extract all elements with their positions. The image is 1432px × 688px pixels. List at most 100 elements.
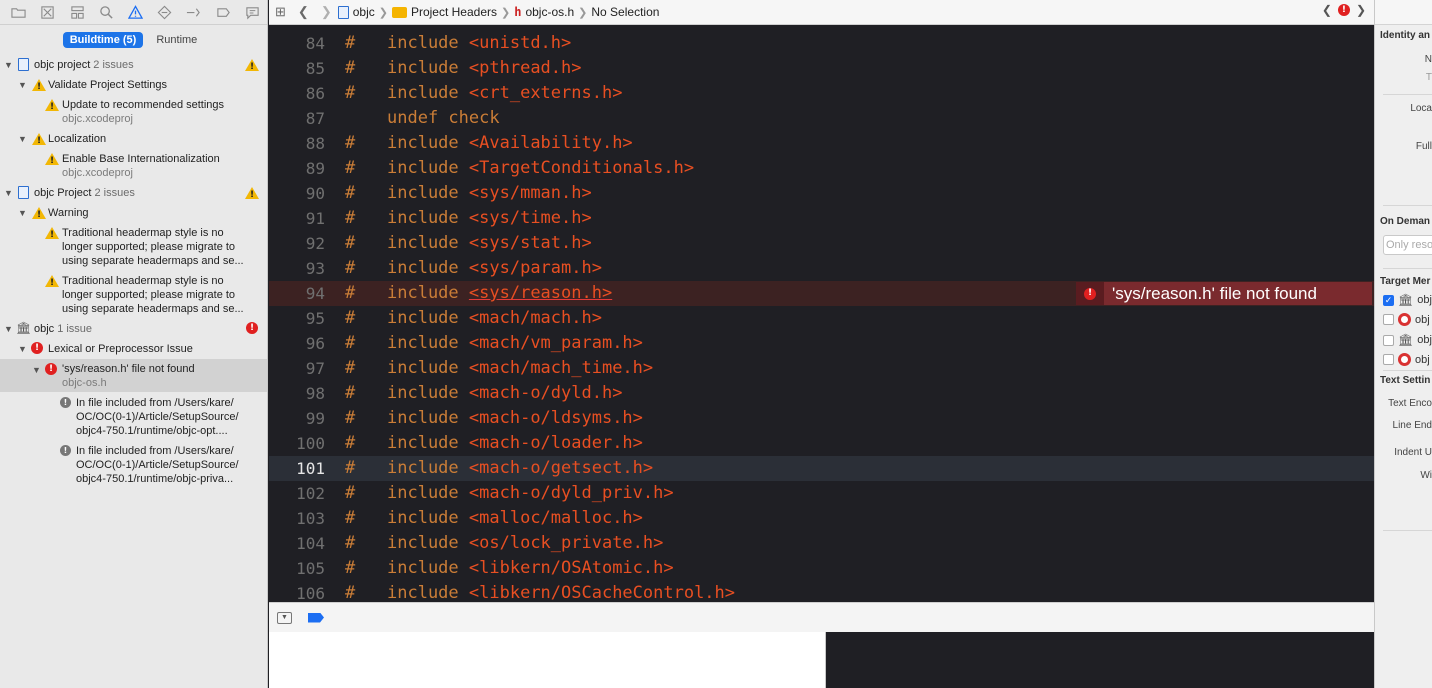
code-line[interactable]: 100 # include <mach-o/loader.h> (269, 431, 1374, 456)
code-line[interactable]: 102 # include <mach-o/dyld_priv.h> (269, 481, 1374, 506)
related-items-grid-icon[interactable]: ⊞ (275, 4, 286, 20)
code-line[interactable]: 105 # include <libkern/OSAtomic.h> (269, 556, 1374, 581)
error-icon[interactable]: ! (1337, 4, 1350, 16)
next-issue-icon[interactable]: ❯ (1356, 3, 1366, 17)
diamond-icon[interactable] (150, 1, 179, 23)
disclosure-triangle-icon[interactable]: ▼ (18, 342, 27, 356)
code-line[interactable]: 106 # include <libkern/OSCacheControl.h> (269, 581, 1374, 602)
text-settings-header: Text Settin (1380, 375, 1431, 386)
warning-icon (45, 227, 59, 242)
warning-icon[interactable] (121, 1, 150, 23)
code-line[interactable]: 87 undef check (269, 106, 1374, 131)
target-name: obj (1417, 294, 1432, 306)
runtime-segment[interactable]: Runtime (149, 32, 204, 48)
xcodeproj-icon (337, 5, 349, 19)
breadcrumb-project[interactable]: objc (337, 5, 375, 19)
variables-view[interactable] (269, 632, 826, 688)
buildtime-segment[interactable]: Buildtime (5) (62, 31, 144, 48)
target-checkbox[interactable]: ✓ (1383, 294, 1394, 306)
code-line[interactable]: 98 # include <mach-o/dyld.h> (269, 381, 1374, 406)
disclosure-triangle-icon[interactable]: ▼ (4, 322, 13, 336)
code-line[interactable]: 84 # include <unistd.h> (269, 31, 1374, 56)
target-membership-header: Target Mer (1380, 276, 1431, 287)
code-line[interactable]: 97 # include <mach/mach_time.h> (269, 356, 1374, 381)
forward-chevron-icon[interactable]: ❯ (321, 4, 332, 20)
code-line[interactable]: 86 # include <crt_externs.h> (269, 81, 1374, 106)
code-line[interactable]: 85 # include <pthread.h> (269, 56, 1374, 81)
code-line[interactable]: 92 # include <sys/stat.h> (269, 231, 1374, 256)
code-line[interactable]: 95 # include <mach/mach.h> (269, 306, 1374, 331)
code-line[interactable]: 103 # include <malloc/malloc.h> (269, 506, 1374, 531)
directive-hash: # (345, 58, 356, 78)
target-membership-row[interactable]: ✓ 🏛 obj (1383, 293, 1432, 307)
include-path: <os/lock_private.h> (468, 533, 664, 553)
disclosure-triangle-icon[interactable]: ▼ (18, 206, 27, 220)
issue-item[interactable]: Traditional headermap style is no longer… (0, 273, 267, 317)
resource-tags-placeholder: Only reso (1386, 239, 1432, 251)
issue-category-localization[interactable]: ▼ Localization (0, 131, 267, 148)
source-editor[interactable]: 84 # include <unistd.h> 85 # include <pthrea… (269, 25, 1374, 602)
disclosure-triangle-icon[interactable]: ▼ (18, 78, 27, 92)
issue-text-line: Traditional headermap style is no (62, 227, 224, 239)
hide-debug-area-icon[interactable]: ▼ (277, 611, 292, 624)
code-line[interactable]: 104 # include <os/lock_private.h> (269, 531, 1374, 556)
breakpoint-toggle-icon[interactable] (308, 612, 324, 623)
breadcrumb-symbol[interactable]: No Selection (591, 5, 659, 19)
issue-note[interactable]: ! In file included from /Users/kare/ OC/… (0, 395, 267, 439)
disclosure-triangle-icon[interactable]: ▼ (4, 58, 13, 72)
code-line[interactable]: 99 # include <mach-o/ldsyms.h> (269, 406, 1374, 431)
issue-item[interactable]: Update to recommended settings objc.xcod… (0, 97, 267, 125)
issue-item[interactable]: Traditional headermap style is no longer… (0, 225, 267, 269)
back-chevron-icon[interactable]: ❮ (298, 4, 309, 20)
folder-icon[interactable] (4, 1, 33, 23)
issue-note[interactable]: ! In file included from /Users/kare/ OC/… (0, 443, 267, 487)
directive-keyword: include (387, 333, 459, 353)
console-view[interactable] (826, 632, 1374, 688)
issue-text-line: Traditional headermap style is no (62, 275, 224, 287)
inline-error-annotation[interactable]: ! 'sys/reason.h' file not found (1076, 282, 1372, 305)
issue-label: Update to recommended settings (62, 99, 225, 111)
error-icon: ! (31, 342, 43, 354)
target-membership-row[interactable]: 🏛 obj (1383, 333, 1432, 347)
breadcrumb-group[interactable]: Project Headers (391, 5, 497, 19)
disclosure-triangle-icon[interactable]: ▼ (4, 186, 13, 200)
spray-icon[interactable] (179, 1, 208, 23)
error-icon-box: ! (1076, 282, 1104, 305)
issue-category-warning[interactable]: ▼ Warning (0, 205, 267, 222)
issue-group-objc-project[interactable]: ▼ objc project 2 issues (0, 57, 267, 74)
line-number: 86 (305, 84, 325, 103)
include-path: <mach-o/dyld_priv.h> (468, 483, 674, 503)
issue-group-objc-project-2[interactable]: ▼ objc Project 2 issues (0, 185, 267, 202)
resource-tags-input[interactable]: Only reso (1383, 235, 1432, 255)
search-icon[interactable] (92, 1, 121, 23)
disclosure-triangle-icon[interactable]: ▼ (18, 132, 27, 146)
breakpoint-icon[interactable] (209, 1, 238, 23)
code-line-error[interactable]: 94 # include <sys/reason.h> ! 'sys/reason.… (269, 281, 1374, 306)
code-line[interactable]: 93 # include <sys/param.h> (269, 256, 1374, 281)
code-line[interactable]: 91 # include <sys/time.h> (269, 206, 1374, 231)
disclosure-triangle-icon[interactable]: ▼ (32, 363, 41, 377)
code-line-current[interactable]: 101 # include <mach-o/getsect.h> (269, 456, 1374, 481)
target-membership-row[interactable]: obj (1383, 313, 1430, 326)
note-icon: ! (60, 445, 71, 456)
issue-item[interactable]: Enable Base Internationalization objc.xc… (0, 151, 267, 179)
issue-item-selected[interactable]: ▼ ! 'sys/reason.h' file not found objc-o… (0, 359, 267, 392)
code-line[interactable]: 96 # include <mach/vm_param.h> (269, 331, 1374, 356)
code-line[interactable]: 89 # include <TargetConditionals.h> (269, 156, 1374, 181)
issue-category-validate-settings[interactable]: ▼ Validate Project Settings (0, 77, 267, 94)
source-control-icon[interactable] (33, 1, 62, 23)
issue-category-preprocessor[interactable]: ▼ ! Lexical or Preprocessor Issue (0, 341, 267, 357)
speech-bubble-icon[interactable] (238, 1, 267, 23)
hierarchy-icon[interactable] (62, 1, 91, 23)
issue-group-objc[interactable]: ▼ 🏛 objc 1 issue ! (0, 321, 267, 337)
target-checkbox[interactable] (1383, 314, 1394, 325)
target-membership-row[interactable]: obj (1383, 353, 1430, 366)
target-checkbox[interactable] (1383, 334, 1394, 346)
line-number: 103 (296, 509, 325, 528)
previous-issue-icon[interactable]: ❮ (1322, 3, 1332, 17)
code-line[interactable]: 90 # include <sys/mman.h> (269, 181, 1374, 206)
breadcrumb-file[interactable]: h objc-os.h (514, 5, 574, 19)
code-line[interactable]: 88 # include <Availability.h> (269, 131, 1374, 156)
framework-target-icon: 🏛 (1398, 333, 1414, 347)
target-checkbox[interactable] (1383, 354, 1394, 365)
